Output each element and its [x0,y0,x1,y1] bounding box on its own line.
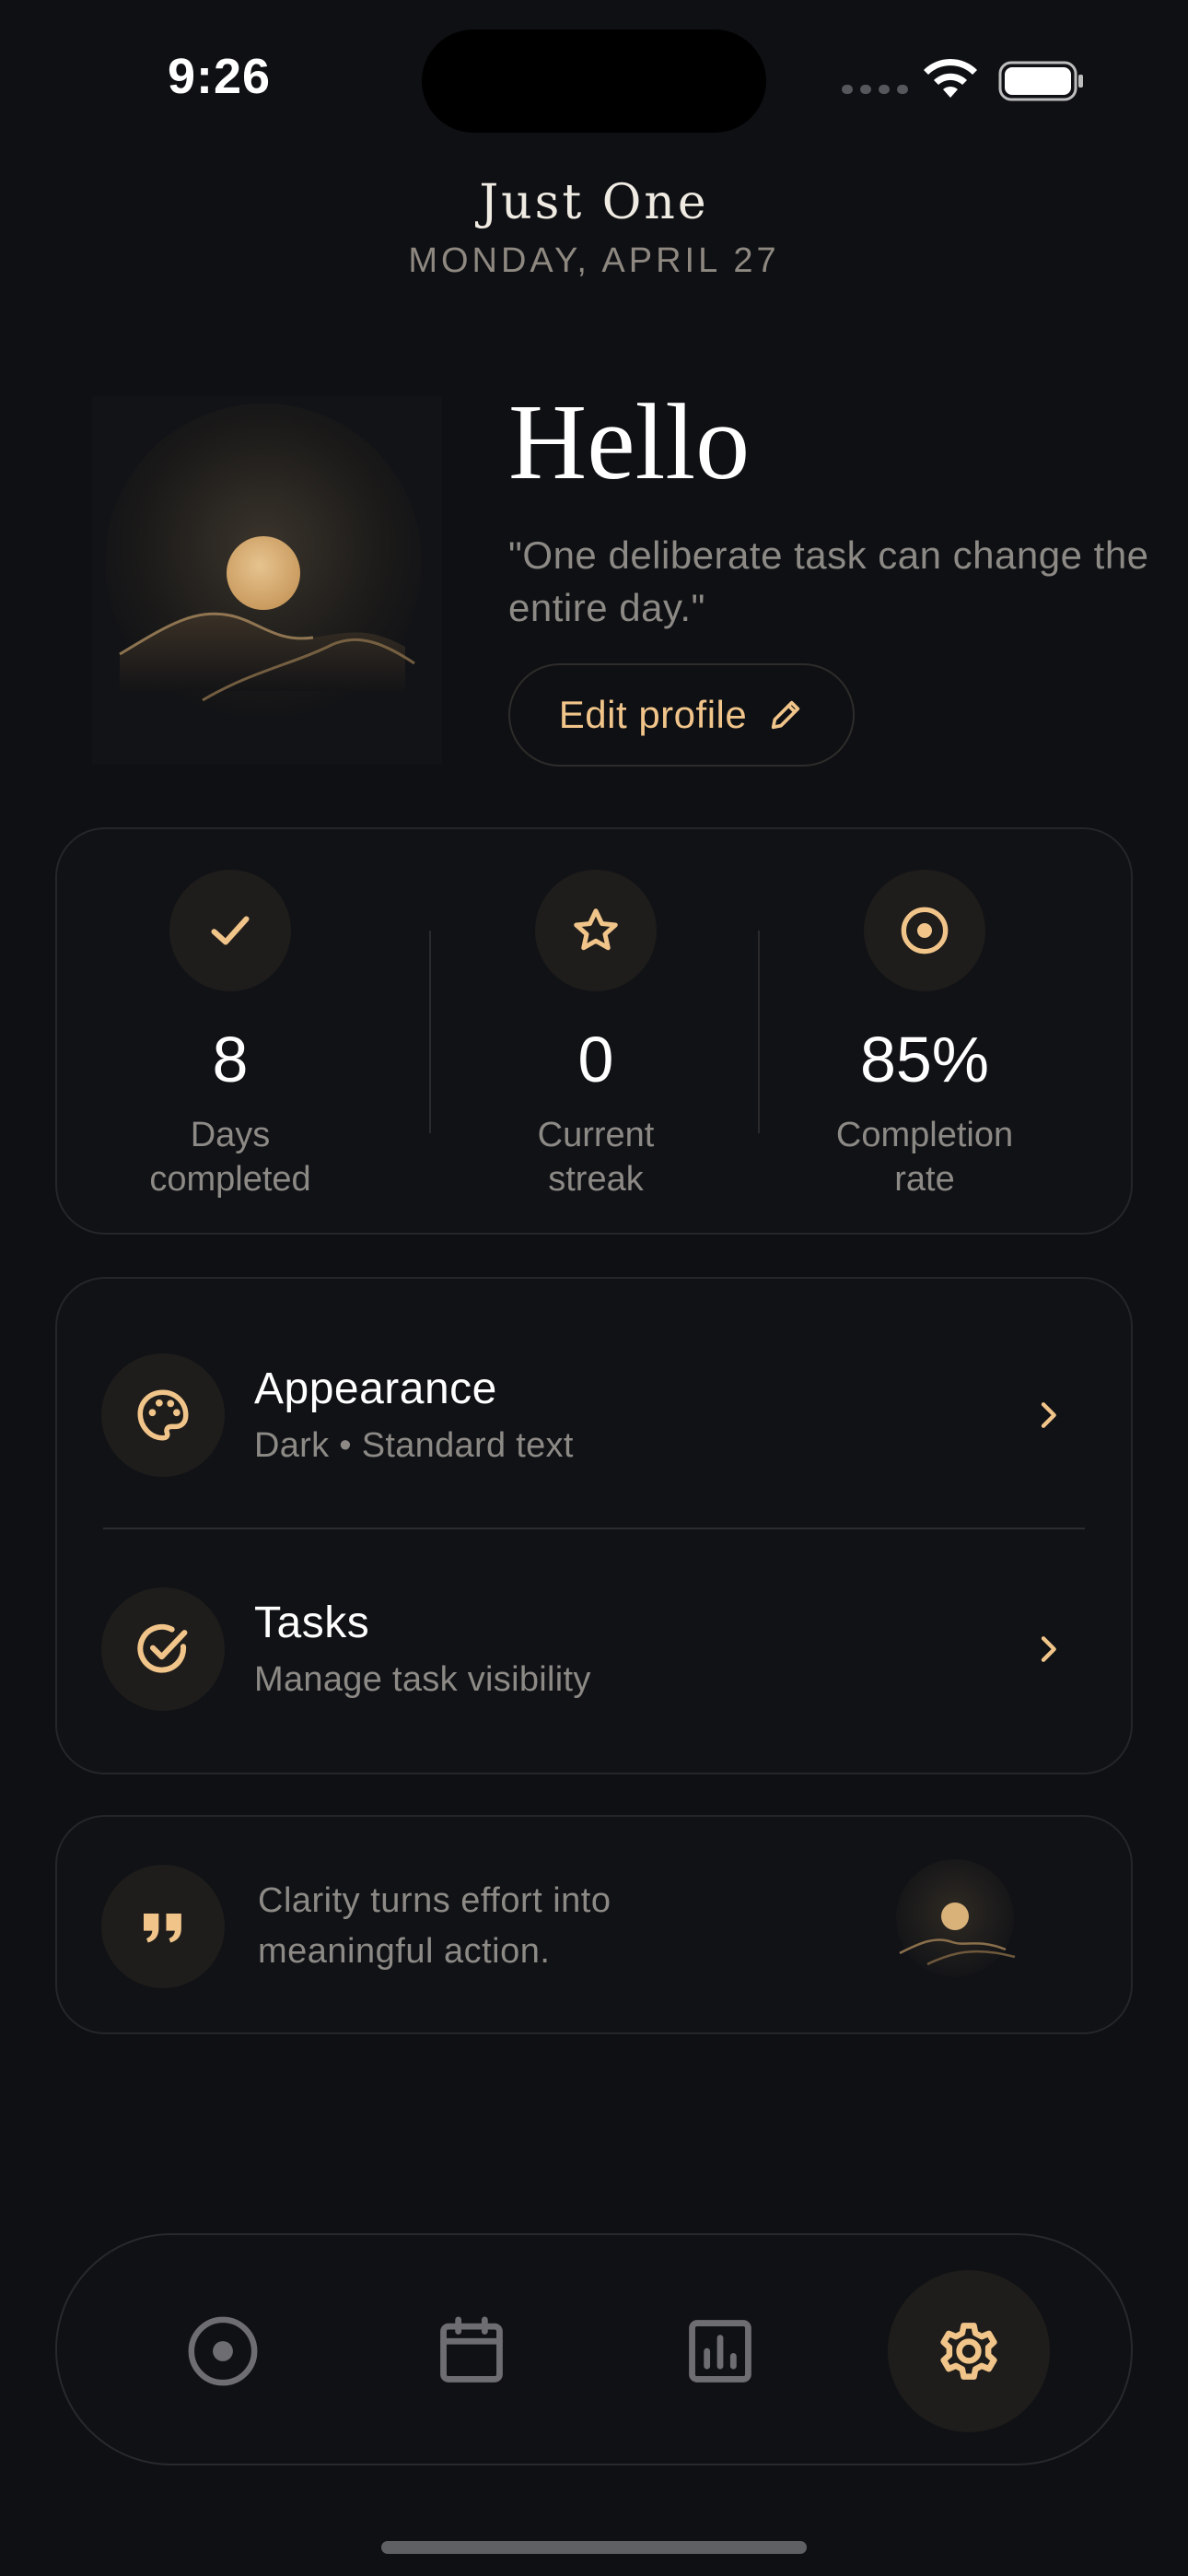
gear-icon [940,2323,997,2380]
stat-days-completed: 8 Days completed [66,870,394,1201]
settings-row-title: Appearance [254,1364,497,1413]
pencil-icon [772,700,800,730]
edit-profile-label: Edit profile [558,693,748,736]
stats-card: 8 Days completed 0 Current streak 85% Co… [55,827,1133,1235]
stat-value: 8 [212,1024,249,1095]
settings-divider [103,1528,1085,1529]
app-title: Just One [479,175,709,230]
tab-calendar[interactable] [390,2270,553,2432]
check-circle-icon [137,1623,188,1673]
tab-bar [55,2233,1133,2465]
sunrise-illustration [92,396,442,765]
stat-label: Current [537,1116,655,1154]
tab-today[interactable] [142,2270,304,2432]
wifi-icon [924,58,977,98]
profile-quote: "One deliberate task can change the enti… [508,533,1149,629]
quote-card: Clarity turns effort into meaningful act… [55,1815,1133,2034]
settings-row-tasks[interactable]: Tasks Manage task visibility [101,1585,1087,1714]
sunrise-illustration [896,1859,1016,1977]
stat-label: Completion [835,1116,1014,1154]
stat-label: completed [149,1160,311,1199]
tab-stats[interactable] [639,2270,801,2432]
chevron-right-icon [1041,1636,1056,1662]
dynamic-island [422,29,766,133]
stat-value: 0 [577,1024,614,1095]
check-icon [211,916,250,945]
home-indicator[interactable] [381,2541,807,2554]
tab-settings[interactable] [888,2270,1050,2432]
stat-divider [758,931,760,1133]
bar-chart-icon [689,2320,751,2383]
stat-label: Days [190,1116,271,1154]
chevron-right-icon [1041,1402,1056,1428]
greeting-heading: Hello [508,381,751,502]
target-icon [901,907,949,954]
calendar-icon [440,2316,503,2383]
settings-row-appearance[interactable]: Appearance Dark • Standard text [101,1351,1087,1480]
quote-card-text: Clarity turns effort into meaningful act… [258,1881,611,1971]
current-date: MONDAY, APRIL 27 [408,241,780,280]
edit-profile-button[interactable]: Edit profile [508,663,855,767]
settings-row-title: Tasks [254,1598,370,1647]
stat-divider [429,931,431,1133]
cellular-signal-icon [842,85,908,94]
settings-row-subtitle: Manage task visibility [254,1660,591,1699]
settings-row-subtitle: Dark • Standard text [254,1426,574,1465]
palette-icon [137,1389,189,1441]
stat-completion-rate: 85% Completion rate [761,870,1089,1201]
stat-label: streak [548,1160,644,1199]
quote-icon [144,1914,181,1943]
status-time: 9:26 [168,49,272,104]
stat-current-streak: 0 Current streak [432,870,760,1201]
settings-card: Appearance Dark • Standard text Tasks Ma… [55,1277,1133,1774]
target-icon [188,2316,258,2386]
stat-value: 85% [859,1024,990,1095]
star-icon [574,908,618,951]
stat-label: rate [894,1160,955,1199]
battery-icon [998,61,1083,101]
